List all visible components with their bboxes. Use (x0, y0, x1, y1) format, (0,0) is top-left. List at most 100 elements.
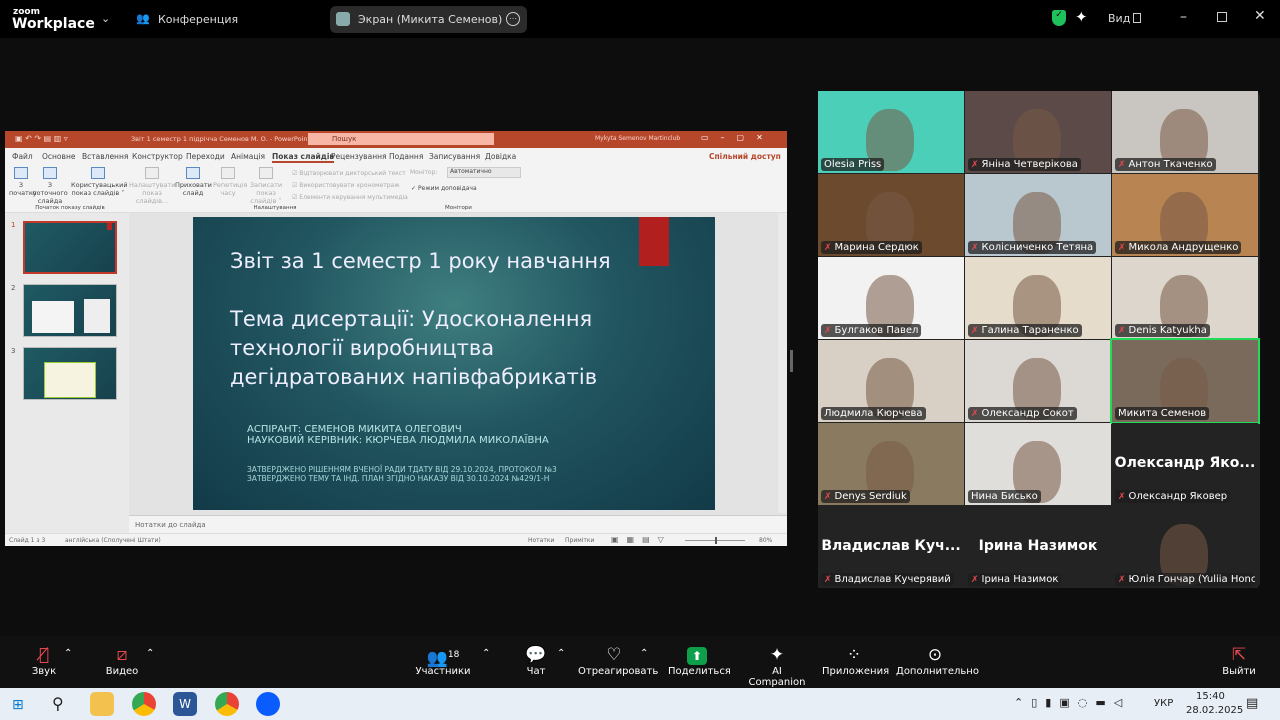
tab-record[interactable]: Записування (429, 152, 480, 161)
participant-tile[interactable]: ✗ Denis Katyukha (1112, 257, 1258, 339)
participant-tile[interactable]: Нина Бисько (965, 423, 1111, 505)
setup-show-button[interactable]: Налаштувати показ слайдів... (129, 167, 175, 205)
close-icon[interactable]: ✕ (1254, 8, 1266, 24)
participant-tile[interactable]: ✗ Микола Андрущенко (1112, 174, 1258, 256)
label: Приховати слайд (175, 181, 212, 197)
audio-options-caret[interactable]: ⌃ (64, 648, 72, 659)
chevron-down-icon[interactable]: ⌄ (101, 12, 110, 25)
view-buttons[interactable]: ▣▦▤▽ (611, 535, 672, 544)
tab-view[interactable]: Подання (389, 152, 423, 161)
sparkle-icon[interactable]: ✦ (1075, 8, 1088, 26)
tab-help[interactable]: Довідка (485, 152, 516, 161)
audio-button[interactable]: 🎙̸ Звук (28, 644, 60, 677)
tab-design[interactable]: Конструктор (132, 152, 183, 161)
zoom-app-icon[interactable] (256, 692, 280, 716)
media-controls-checkbox[interactable]: ☑ Елементи керування мультимедіа (292, 192, 408, 204)
share-screen-button[interactable]: ⬆ Поделиться (668, 644, 731, 677)
participant-tile[interactable]: ✗ Марина Сердюк (818, 174, 964, 256)
react-caret[interactable]: ⌃ (640, 648, 648, 659)
record-button[interactable]: Записати показ слайдів ˅ (243, 167, 289, 205)
participants-button[interactable]: 👥18 Участники (414, 644, 472, 677)
leave-button[interactable]: ⇱ Выйти (1222, 644, 1256, 677)
view-button[interactable]: Вид (1108, 12, 1130, 25)
language[interactable]: англійська (Сполучені Штати) (65, 537, 161, 544)
tab-review[interactable]: Рецензування (331, 152, 387, 161)
view-grid-icon[interactable] (1133, 13, 1141, 23)
ppt-window-controls[interactable]: ▭–▢✕ (701, 133, 775, 142)
participant-tile[interactable]: ✗ Яніна Четверікова (965, 91, 1111, 173)
file-explorer-icon[interactable] (90, 692, 114, 716)
chat-caret[interactable]: ⌃ (557, 648, 565, 659)
screen-share-pill[interactable]: Экран (Микита Семенов) ⋯ (330, 6, 527, 33)
clock-date[interactable]: 28.02.2025 (1186, 705, 1243, 716)
monitor-select[interactable]: Автоматично (447, 167, 521, 178)
timings-checkbox[interactable]: ☑ Використовувати хронометраж (292, 180, 408, 192)
meeting-label[interactable]: Конференция (158, 13, 238, 26)
participant-tile[interactable]: Владислав Куч... ✗ Владислав Кучерявий (818, 506, 964, 588)
from-current-button[interactable]: З поточного слайда (32, 167, 68, 205)
participant-name-label: Нина Бисько (968, 490, 1041, 503)
participant-tile[interactable]: ✗ Булгаков Павел (818, 257, 964, 339)
ai-companion-button[interactable]: ✦ AI Companion (744, 644, 810, 688)
participant-tile[interactable]: ✗ Галина Тараненко (965, 257, 1111, 339)
slide-thumbnail[interactable] (23, 347, 117, 400)
chrome-icon[interactable] (132, 692, 156, 716)
share-button[interactable]: Спільний доступ (709, 152, 781, 161)
participants-caret[interactable]: ⌃ (482, 648, 490, 659)
search-icon[interactable]: ⚲ (52, 694, 64, 713)
vertical-scrollbar[interactable] (778, 213, 787, 513)
presenter-view-checkbox[interactable]: ✓ Режим доповідача (411, 185, 477, 193)
tab-slideshow[interactable]: Показ слайдів (272, 152, 335, 163)
clock-time[interactable]: 15:40 (1196, 691, 1225, 702)
maximize-icon[interactable] (1217, 12, 1227, 22)
tab-file[interactable]: Файл (12, 152, 33, 161)
from-start-button[interactable]: З початку (9, 167, 37, 197)
participant-tile[interactable]: Olesia Priss (818, 91, 964, 173)
chrome-profile-icon[interactable] (215, 692, 239, 716)
hide-slide-button[interactable]: Приховати слайд (175, 167, 212, 197)
participant-tile[interactable]: ✗ Юлія Гончар (Yuliia Honc... (1112, 506, 1258, 588)
system-tray-icons[interactable]: ⌃▯▮▣◌▬◁ (1014, 696, 1130, 709)
rehearse-button[interactable]: Репетиція часу (213, 167, 247, 197)
zoom-slider[interactable] (685, 537, 745, 544)
chat-button[interactable]: 💬 Чат (522, 644, 550, 677)
apps-button[interactable]: ⁘ Приложения (822, 644, 889, 677)
participant-tile[interactable]: ✗ Колісниченко Тетяна (965, 174, 1111, 256)
more-icon[interactable]: ⋯ (506, 12, 520, 26)
custom-show-button[interactable]: Користувацький показ слайдів ˅ (71, 167, 128, 197)
slide-thumbnails-pane: 1 2 3 (5, 213, 129, 533)
minimize-icon[interactable]: – (1180, 9, 1187, 25)
participant-tile[interactable]: ✗ Антон Ткаченко (1112, 91, 1258, 173)
narration-checkbox[interactable]: ☑ Відтворювати дикторський текст (292, 168, 408, 180)
windows-start-icon[interactable]: ⊞ (12, 697, 24, 713)
current-slide[interactable]: Звіт за 1 семестр 1 року навчання Тема д… (193, 217, 715, 510)
shield-check-icon[interactable]: ✓ (1052, 10, 1066, 26)
participant-tile[interactable]: Людмила Кюрчева (818, 340, 964, 422)
notifications-icon[interactable]: ▤ (1246, 696, 1258, 711)
split-handle[interactable] (790, 350, 793, 372)
notes-pane[interactable]: Нотатки до слайда (129, 515, 787, 533)
participant-tile[interactable]: Олександр Яко... ✗ Олександр Яковер (1112, 423, 1258, 505)
participant-tile[interactable]: Ірина Назимок ✗ Ірина Назимок (965, 506, 1111, 588)
video-options-caret[interactable]: ⌃ (146, 648, 154, 659)
slide-thumbnail[interactable] (23, 221, 117, 274)
comments-button[interactable]: Примітки (565, 537, 594, 544)
more-button[interactable]: ⊙ Дополнительно (896, 644, 979, 677)
zoom-level[interactable]: 80% (759, 537, 772, 544)
language-indicator[interactable]: УКР (1154, 698, 1173, 709)
notes-button[interactable]: Нотатки (528, 537, 554, 544)
quick-access-icons[interactable]: ▣ ↶ ↷ ▤ ▥ ▿ (15, 134, 68, 143)
ppt-search-input[interactable]: Пошук (308, 133, 494, 145)
tab-insert[interactable]: Вставлення (82, 152, 128, 161)
tab-transitions[interactable]: Переходи (186, 152, 225, 161)
slide-thumbnail[interactable] (23, 284, 117, 337)
tab-animations[interactable]: Анімація (231, 152, 265, 161)
zoom-slider-thumb[interactable] (715, 537, 717, 544)
participant-tile[interactable]: Микита Семенов (1110, 338, 1260, 424)
video-button[interactable]: ⧄ Видео (104, 644, 140, 677)
word-icon[interactable]: W (173, 692, 197, 716)
participant-tile[interactable]: ✗ Denys Serdiuk (818, 423, 964, 505)
ppt-user[interactable]: Mykyta Semenov Martinclub (595, 135, 680, 142)
tab-home[interactable]: Основне (42, 152, 75, 161)
participant-tile[interactable]: ✗ Олександр Сокот (965, 340, 1111, 422)
